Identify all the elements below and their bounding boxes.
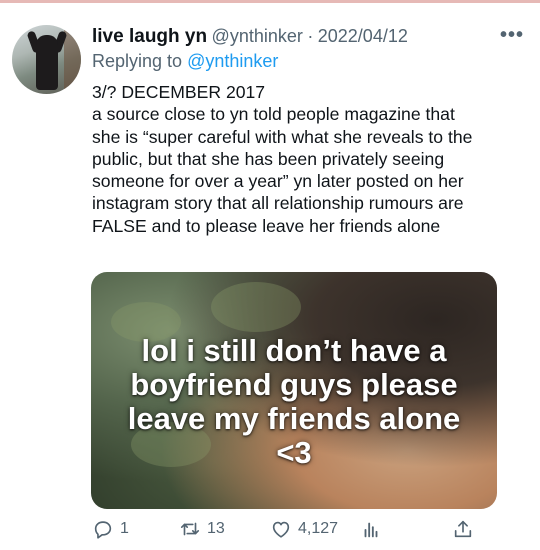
share-icon bbox=[454, 520, 472, 538]
analytics-button[interactable] bbox=[360, 518, 382, 540]
reply-button[interactable]: 1 bbox=[92, 518, 129, 540]
retweet-icon bbox=[180, 522, 200, 536]
analytics-icon bbox=[364, 522, 378, 538]
tweet-media-image[interactable]: lol i still don’t have a boyfriend guys … bbox=[91, 272, 497, 509]
separator-dot: · bbox=[307, 26, 314, 46]
overlay-text-line: <3 bbox=[276, 435, 312, 470]
tweet-text-line: someone for over a year” yn later posted… bbox=[92, 171, 464, 192]
tweet-header: live laugh yn @ynthinker · 2022/04/12 ••… bbox=[92, 24, 524, 50]
replying-to-label: Replying to bbox=[92, 51, 183, 71]
tweet-text-line: FALSE and to please leave her friends al… bbox=[92, 215, 441, 236]
tweet-text-line: a source close to yn told people magazin… bbox=[92, 104, 455, 125]
tweet-text-line: she is “super careful with what she reve… bbox=[92, 126, 473, 147]
image-foliage bbox=[211, 282, 301, 332]
retweet-count: 13 bbox=[207, 520, 225, 537]
overlay-text-line: boyfriend guys please bbox=[130, 367, 458, 402]
user-handle[interactable]: @ynthinker bbox=[212, 26, 303, 46]
like-icon bbox=[272, 521, 290, 538]
share-button[interactable] bbox=[452, 518, 474, 540]
tweet-actions: 1 13 4,127 bbox=[92, 518, 476, 542]
tweet-text-line: 3/? DECEMBER 2017 bbox=[92, 82, 266, 102]
more-options-icon[interactable]: ••• bbox=[500, 24, 524, 47]
avatar[interactable] bbox=[12, 25, 81, 94]
tweet: live laugh yn @ynthinker · 2022/04/12 ••… bbox=[0, 3, 540, 550]
tweet-text-line: public, but that she has been privately … bbox=[92, 148, 445, 169]
like-button[interactable]: 4,127 bbox=[270, 518, 338, 540]
tweet-date[interactable]: 2022/04/12 bbox=[318, 26, 408, 46]
overlay-text-line: leave my friends alone bbox=[127, 401, 461, 436]
display-name[interactable]: live laugh yn bbox=[92, 26, 207, 47]
replying-to: Replying to @ynthinker bbox=[92, 51, 278, 72]
reply-icon bbox=[94, 521, 112, 539]
replying-to-mention[interactable]: @ynthinker bbox=[187, 51, 278, 71]
tweet-text: 3/? DECEMBER 2017 a source close to yn t… bbox=[92, 81, 522, 237]
overlay-text-line: lol i still don’t have a bbox=[141, 333, 447, 368]
retweet-button[interactable]: 13 bbox=[179, 518, 225, 540]
image-overlay-text: lol i still don’t have a boyfriend guys … bbox=[91, 334, 497, 470]
tweet-text-line: instagram story that all relationship ru… bbox=[92, 193, 464, 214]
like-count: 4,127 bbox=[298, 520, 339, 537]
avatar-figure bbox=[36, 35, 58, 90]
reply-count: 1 bbox=[120, 520, 129, 537]
